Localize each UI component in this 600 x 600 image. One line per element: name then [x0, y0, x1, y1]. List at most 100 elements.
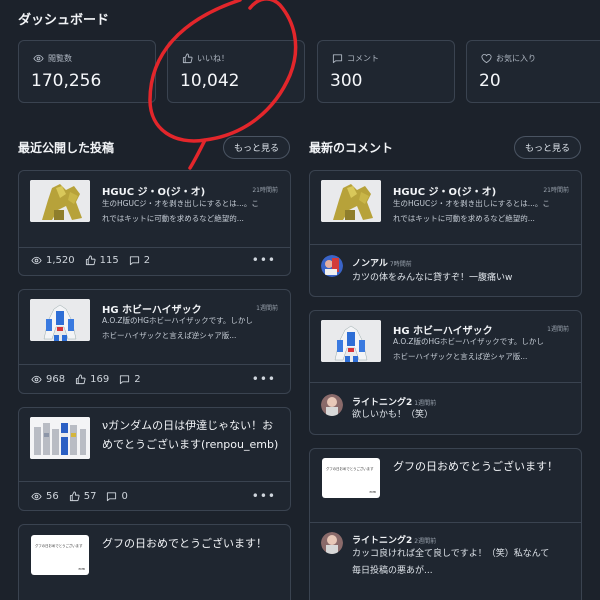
post-card[interactable]: HGUC ジ・O(ジ・オ) 21時間前 生のHGUCジ・オを剥き出しにするとは.…: [18, 170, 291, 276]
latest-comments-title: 最新のコメント: [309, 141, 394, 155]
comment-card[interactable]: グフの日おめでとうございます EMB グフの日おめでとうございます！ ライトニン…: [309, 448, 582, 600]
views-metric: 1,520: [31, 255, 75, 266]
post-excerpt-line: A.O.Z版のHGホビーハイザックです。しかし: [102, 316, 253, 325]
likes-metric: 169: [75, 374, 109, 385]
comment-icon: [106, 491, 117, 502]
post-title-line: νガンダムの日は伊達じゃない！お: [102, 419, 274, 432]
post-excerpt: A.O.Z版のHGホビーハイザックです。しかし ホビーハイザックと言えば逆シャア…: [393, 334, 577, 364]
stat-value: 300: [330, 71, 363, 91]
thumbs-up-icon: [182, 53, 193, 64]
views-metric: 56: [31, 491, 59, 502]
post-metrics: 1,520 115 2: [31, 255, 150, 266]
comment-text: カツの体をみんなに貸すぞ！一腹痛いw: [352, 273, 513, 283]
stat-value: 20: [479, 71, 501, 91]
comments-metric: 0: [106, 491, 128, 502]
stat-label: コメント: [347, 54, 379, 63]
comment-text-line: 毎日投稿の悪あが...: [352, 566, 433, 576]
divider: [19, 247, 290, 248]
post-excerpt: 生のHGUCジ・オを剥き出しにするとは...。こ れではキットに可動を求めるなど…: [102, 196, 286, 226]
thumbnail-text: グフの日おめでとうございます: [35, 544, 83, 548]
avatar: [321, 394, 343, 416]
likes-metric: 57: [69, 491, 97, 502]
post-excerpt: 生のHGUCジ・オを剥き出しにするとは...。こ れではキットに可動を求めるなど…: [393, 196, 577, 226]
post-thumbnail: [30, 180, 90, 222]
stat-label: いいね！: [197, 54, 229, 63]
stat-value: 10,042: [180, 71, 240, 91]
recent-posts-title: 最近公開した投稿: [18, 141, 115, 155]
eye-icon: [33, 53, 44, 64]
comment-author[interactable]: ノンアル 7時間前: [352, 256, 412, 269]
post-time: 21時間前: [543, 187, 569, 194]
post-title-line: めでとうございます(renpou_emb): [102, 438, 279, 451]
divider: [310, 382, 581, 383]
comment-icon: [332, 53, 343, 64]
thumbs-up-icon: [75, 374, 86, 385]
likes-count: 57: [83, 491, 97, 502]
stat-card-likes: いいね！ 10,042: [167, 40, 305, 103]
comment-text-line: カッコ良ければ全て良しですよ！（笑）私なんて: [352, 549, 550, 559]
post-excerpt: A.O.Z版のHGホビーハイザックです。しかし ホビーハイザックと言えば逆シャア…: [102, 313, 286, 343]
comment-icon: [129, 255, 140, 266]
post-thumbnail: [321, 180, 381, 222]
divider: [310, 244, 581, 245]
stat-value: 170,256: [31, 71, 102, 91]
post-title[interactable]: νガンダムの日は伊達じゃない！お めでとうございます(renpou_emb): [102, 416, 290, 454]
comments-count: 2: [143, 255, 151, 266]
thumbnail-sign: EMB: [369, 490, 376, 494]
eye-icon: [31, 491, 42, 502]
post-metrics: 968 169 2: [31, 374, 141, 385]
comments-count: 2: [134, 374, 141, 385]
avatar: [321, 532, 343, 554]
comment-author[interactable]: ライトニング2 2週間前: [352, 533, 436, 546]
more-options-icon[interactable]: •••: [252, 372, 276, 386]
eye-icon: [31, 255, 42, 266]
views-count: 968: [46, 374, 66, 385]
comments-metric: 2: [119, 374, 141, 385]
post-excerpt-line: れではキットに可動を求めるなど絶望的...: [393, 214, 535, 223]
post-title[interactable]: グフの日おめでとうございます！: [393, 457, 558, 476]
post-excerpt-line: れではキットに可動を求めるなど絶望的...: [102, 214, 244, 223]
post-thumbnail: [321, 320, 381, 362]
comment-card[interactable]: HG ホビーハイザック 1週間前 A.O.Z版のHGホビーハイザックです。しかし…: [309, 310, 582, 435]
more-options-icon[interactable]: •••: [252, 253, 276, 267]
stat-card-favorites: お気に入り 20: [466, 40, 600, 103]
heart-icon: [481, 53, 492, 64]
author-name: ノンアル: [352, 259, 388, 269]
thumbs-up-icon: [85, 255, 96, 266]
recent-posts-more-button[interactable]: もっと見る: [223, 136, 291, 159]
comment-text: 欲しいかも！（笑）: [352, 410, 434, 420]
thumbs-up-icon: [69, 491, 80, 502]
post-card[interactable]: νガンダムの日は伊達じゃない！お めでとうございます(renpou_emb) 5…: [18, 407, 291, 511]
post-card[interactable]: HG ホビーハイザック 1週間前 A.O.Z版のHGホビーハイザックです。しかし…: [18, 289, 291, 394]
thumbnail-text: グフの日おめでとうございます: [326, 467, 374, 471]
post-excerpt-line: 生のHGUCジ・オを剥き出しにするとは...。こ: [393, 199, 550, 208]
post-excerpt-line: ホビーハイザックと言えば逆シャア版...: [393, 352, 528, 361]
views-count: 56: [46, 491, 59, 502]
stat-card-views: 閲覧数 170,256: [18, 40, 156, 103]
likes-count: 115: [99, 255, 119, 266]
views-metric: 968: [31, 374, 65, 385]
post-excerpt-line: A.O.Z版のHGホビーハイザックです。しかし: [393, 337, 544, 346]
more-options-icon[interactable]: •••: [252, 489, 276, 503]
comment-card[interactable]: HGUC ジ・O(ジ・オ) 21時間前 生のHGUCジ・オを剥き出しにするとは.…: [309, 170, 582, 297]
post-card[interactable]: グフの日おめでとうございます EMB グフの日おめでとうございます！: [18, 524, 291, 600]
post-excerpt-line: 生のHGUCジ・オを剥き出しにするとは...。こ: [102, 199, 259, 208]
comment-text: カッコ良ければ全て良しですよ！（笑）私なんて 毎日投稿の悪あが...: [352, 546, 549, 580]
divider: [19, 481, 290, 482]
latest-comments-more-button[interactable]: もっと見る: [514, 136, 582, 159]
views-count: 1,520: [46, 255, 75, 266]
divider: [310, 522, 581, 523]
post-metrics: 56 57 0: [31, 491, 128, 502]
stat-label: お気に入り: [496, 54, 536, 63]
comment-time: 2週間前: [414, 538, 437, 545]
post-time: 1週間前: [547, 326, 569, 333]
post-excerpt-line: ホビーハイザックと言えば逆シャア版...: [102, 331, 237, 340]
comment-time: 1週間前: [414, 400, 437, 407]
eye-icon: [31, 374, 42, 385]
comment-time: 7時間前: [389, 261, 412, 268]
post-thumbnail: グフの日おめでとうございます EMB: [31, 535, 89, 575]
thumbnail-sign: EMB: [78, 567, 85, 571]
post-thumbnail: [30, 299, 90, 341]
post-title[interactable]: グフの日おめでとうございます！: [102, 534, 267, 553]
post-time: 1週間前: [256, 305, 278, 312]
